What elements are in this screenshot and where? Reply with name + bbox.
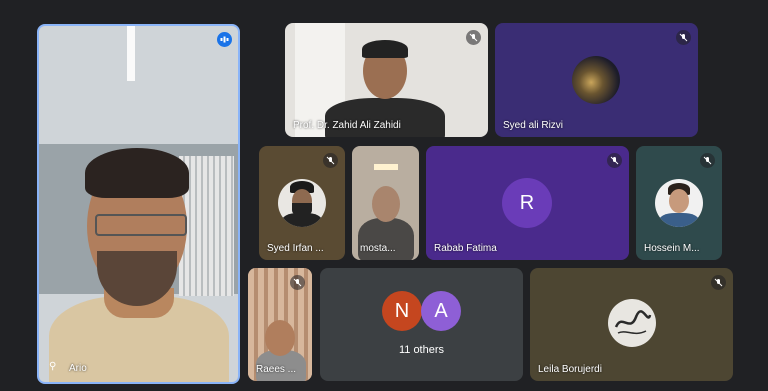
pin-icon[interactable]: ⚲ xyxy=(49,361,56,372)
others-tile[interactable]: N A 11 others xyxy=(320,268,523,381)
participant-name: Syed ali Rizvi xyxy=(503,120,564,131)
participant-name: Hossein M... xyxy=(644,243,700,254)
speaker-hair xyxy=(85,148,189,198)
avatar-initial: R xyxy=(519,191,535,214)
mosta-head xyxy=(372,186,400,222)
profile-photo xyxy=(572,56,620,104)
participant-tile-raees[interactable]: Raees ... xyxy=(248,268,312,381)
participant-name: Syed Irfan ... xyxy=(267,243,324,254)
participant-tile-zahidi[interactable]: Prof. Dr. Zahid Ali Zahidi xyxy=(285,23,488,137)
avatar-initial: N xyxy=(394,299,410,322)
mic-off-icon xyxy=(323,153,338,168)
room-light xyxy=(374,164,398,170)
profile-photo xyxy=(608,299,656,347)
avatar: N xyxy=(382,291,422,331)
avatar-initial: A xyxy=(434,299,448,322)
participant-tile-rizvi[interactable]: Syed ali Rizvi xyxy=(495,23,698,137)
participant-tile-hossein[interactable]: Hossein M... xyxy=(636,146,722,260)
participant-name: Leila Borujerdi xyxy=(538,364,602,375)
participant-name: Raees ... xyxy=(256,364,297,375)
participant-tile-rabab[interactable]: R Rabab Fatima xyxy=(426,146,629,260)
participant-tile-leila[interactable]: Leila Borujerdi xyxy=(530,268,733,381)
profile-photo xyxy=(278,179,326,227)
raees-head xyxy=(265,320,295,356)
mic-off-icon xyxy=(676,30,691,45)
avatar: A xyxy=(421,291,461,331)
ceiling-light xyxy=(127,26,135,81)
participant-tile-irfan[interactable]: Syed Irfan ... xyxy=(259,146,345,260)
avatar: R xyxy=(502,178,552,228)
participant-name: Rabab Fatima xyxy=(434,243,497,254)
zahidi-body xyxy=(325,98,445,137)
mic-off-icon xyxy=(607,153,622,168)
mic-off-icon xyxy=(700,153,715,168)
speaker-glasses xyxy=(95,214,187,236)
others-count: 11 others xyxy=(398,344,445,356)
participant-name: Ario xyxy=(69,363,87,374)
participant-tile-mosta[interactable]: mosta... xyxy=(352,146,419,260)
profile-photo xyxy=(655,179,703,227)
participant-name: Prof. Dr. Zahid Ali Zahidi xyxy=(293,120,401,131)
mic-off-icon xyxy=(466,30,481,45)
mic-off-icon xyxy=(711,275,726,290)
mic-off-icon xyxy=(290,275,305,290)
participant-name: mosta... xyxy=(360,243,396,254)
active-speaker-tile[interactable]: ⚲ Ario xyxy=(37,24,240,384)
zahidi-hair xyxy=(362,40,408,58)
audio-level-icon xyxy=(217,32,232,47)
